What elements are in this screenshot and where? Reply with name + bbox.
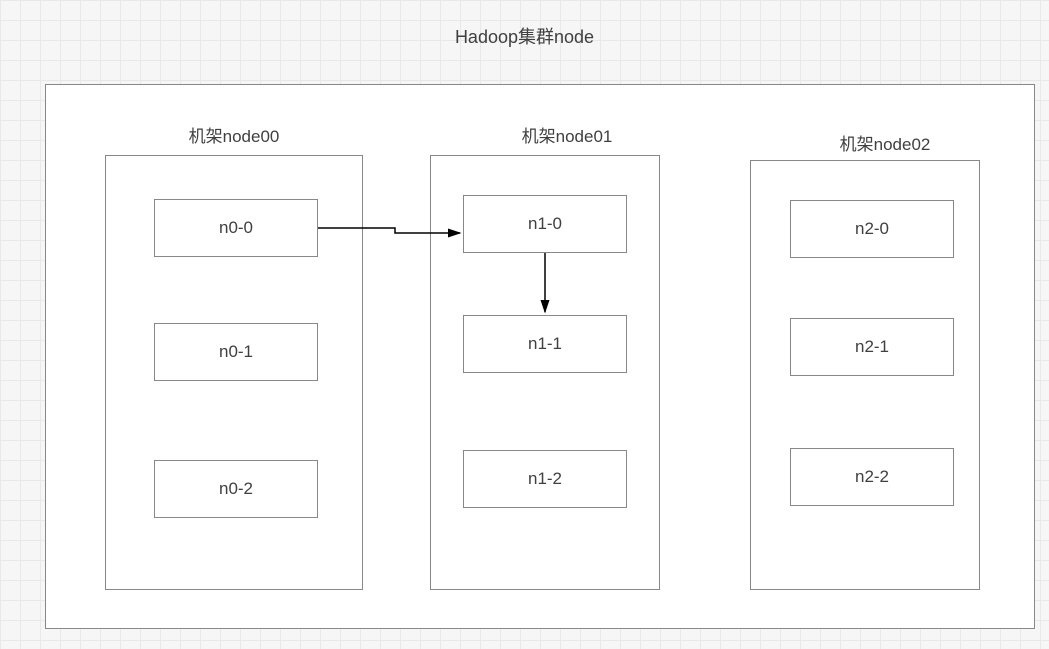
node-n2-0: n2-0 <box>790 200 954 258</box>
rack-label-0: 机架node00 <box>134 122 334 147</box>
node-n1-0: n1-0 <box>463 195 627 253</box>
rack-label-2: 机架node02 <box>785 130 985 155</box>
node-n1-2: n1-2 <box>463 450 627 508</box>
node-n0-1: n0-1 <box>154 323 318 381</box>
cluster-title: Hadoop集群node <box>0 23 1049 49</box>
node-n2-2: n2-2 <box>790 448 954 506</box>
node-n0-2: n0-2 <box>154 460 318 518</box>
diagram-canvas: Hadoop集群node 机架node00 n0-0 n0-1 n0-2 机架n… <box>0 0 1049 649</box>
node-n2-1: n2-1 <box>790 318 954 376</box>
node-n0-0: n0-0 <box>154 199 318 257</box>
node-n1-1: n1-1 <box>463 315 627 373</box>
rack-label-1: 机架node01 <box>467 122 667 147</box>
